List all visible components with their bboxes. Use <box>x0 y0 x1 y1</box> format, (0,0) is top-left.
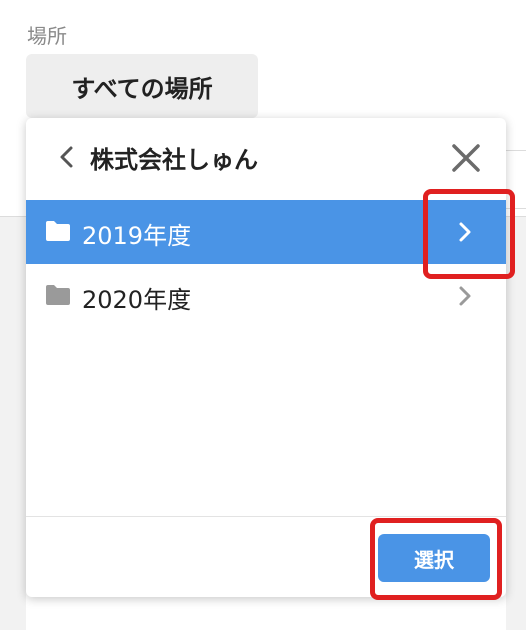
folder-icon <box>46 221 70 241</box>
background-divider <box>506 208 526 209</box>
folder-icon <box>46 285 70 305</box>
popup-footer-divider <box>26 516 506 517</box>
popup-title: 株式会社しゅん <box>90 146 258 174</box>
background-divider <box>506 150 526 151</box>
chevron-right-icon[interactable] <box>454 284 476 308</box>
background-panel <box>506 217 526 630</box>
folder-row-2019[interactable]: 2019年度 <box>26 200 506 264</box>
location-dropdown-button[interactable]: すべての場所 <box>26 54 258 118</box>
close-icon[interactable] <box>450 142 482 174</box>
background-panel <box>0 217 26 630</box>
select-button[interactable]: 選択 <box>378 534 490 582</box>
folder-name: 2019年度 <box>82 222 192 250</box>
popup-header: 株式会社しゅん <box>26 118 506 198</box>
folder-row-2020[interactable]: 2020年度 <box>26 264 506 328</box>
folder-name: 2020年度 <box>82 286 192 314</box>
folder-picker-popup: 株式会社しゅん 2019年度 2020年度 選択 <box>26 118 506 597</box>
chevron-left-icon[interactable] <box>56 144 78 170</box>
location-label: 場所 <box>27 24 67 48</box>
chevron-right-icon[interactable] <box>454 220 476 244</box>
